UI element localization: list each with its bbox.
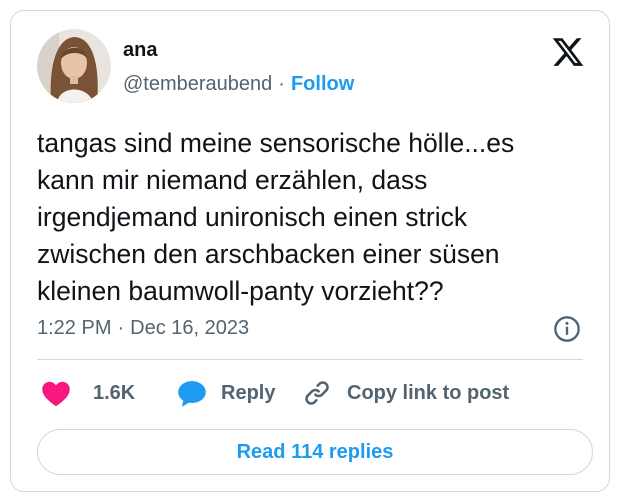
follow-button[interactable]: Follow [291, 73, 354, 95]
reply-label: Reply [221, 381, 276, 404]
timestamp-separator: · [117, 317, 125, 339]
speech-bubble-icon [178, 381, 206, 407]
tweet-text-line: kann mir niemand erzählen, dass [37, 165, 428, 195]
meta-separator: · [278, 73, 285, 95]
like-count: 1.6K [93, 381, 136, 404]
read-replies-button[interactable]: Read 114 replies [37, 429, 593, 475]
read-replies-label: Read 114 replies [236, 440, 394, 463]
info-icon[interactable] [553, 315, 581, 343]
tweet-text-line: kleinen baumwoll-panty vorzieht?? [37, 276, 444, 306]
tweet-timestamp[interactable]: 1:22 PM · Dec 16, 2023 [37, 317, 249, 340]
copy-link-label: Copy link to post [347, 381, 510, 404]
tweet-card: ana @temberaubend · Follow tangas sind mei… [10, 10, 610, 492]
x-logo-icon[interactable] [551, 35, 585, 69]
tweet-text-line: tangas sind meine sensorische hölle...es [37, 128, 515, 158]
like-button[interactable]: 1.6K [41, 373, 135, 413]
author-meta: @temberaubend · Follow [123, 73, 354, 96]
author-handle[interactable]: @temberaubend [123, 73, 272, 95]
reply-button[interactable]: Reply [177, 373, 275, 413]
tweet-text-line: irgendjemand unironisch einen strick [37, 202, 468, 232]
tweet-text: tangas sind meine sensorische hölle...es… [37, 125, 597, 310]
action-bar: 1.6K Reply Copy link to post [37, 373, 597, 413]
tweet-time: 1:22 PM [37, 317, 112, 339]
avatar[interactable] [37, 29, 111, 103]
copy-link-button[interactable]: Copy link to post [303, 373, 509, 413]
tweet-text-line: zwischen den arschbacken einer süsen [37, 239, 500, 269]
link-icon [305, 381, 329, 405]
tweet-date: Dec 16, 2023 [130, 317, 250, 339]
author-name[interactable]: ana [123, 39, 157, 62]
heart-icon [42, 381, 70, 407]
divider [37, 359, 583, 360]
